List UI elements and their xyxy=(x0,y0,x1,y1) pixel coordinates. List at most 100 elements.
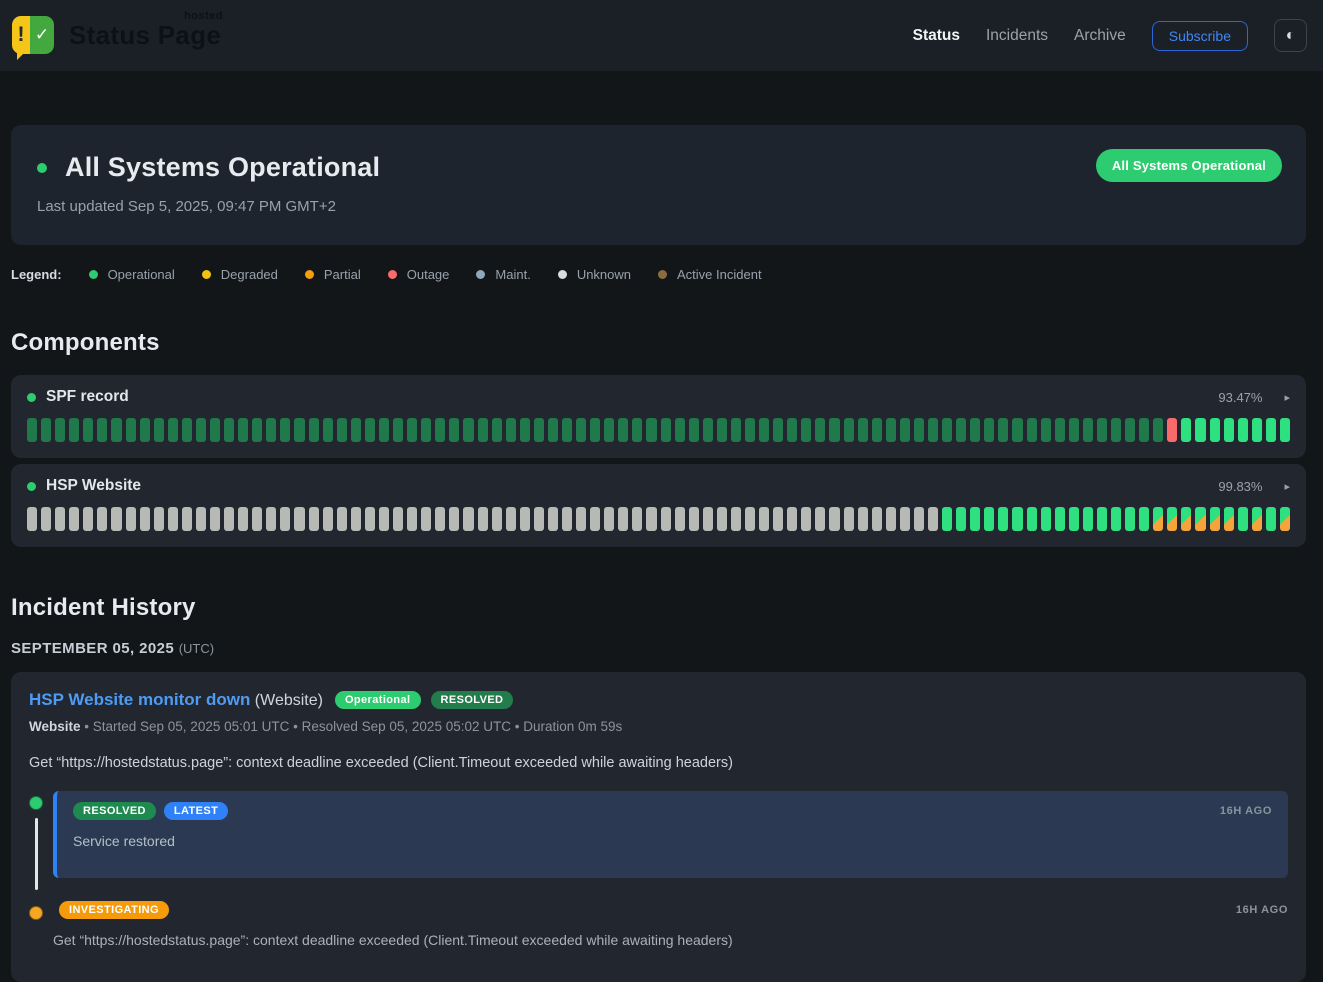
uptime-bar xyxy=(914,507,924,531)
component-header: HSP Website 99.83% ▸ xyxy=(27,477,1290,495)
legend-item-label: Unknown xyxy=(577,267,631,282)
legend-item: Outage xyxy=(388,267,450,282)
expand-arrow-icon[interactable]: ▸ xyxy=(1284,391,1290,404)
legend-item-label: Partial xyxy=(324,267,361,282)
uptime-bar xyxy=(1069,507,1079,531)
uptime-bar xyxy=(914,418,924,442)
component-uptime-percent: 99.83% xyxy=(1218,479,1262,494)
incident-description: Get “https://hostedstatus.page”: context… xyxy=(29,755,1288,771)
legend-dot xyxy=(202,270,211,279)
uptime-bar xyxy=(1069,418,1079,442)
uptime-bar xyxy=(294,507,304,531)
expand-arrow-icon[interactable]: ▸ xyxy=(1284,480,1290,493)
uptime-bar xyxy=(140,418,150,442)
uptime-bar xyxy=(942,507,952,531)
uptime-bar xyxy=(492,507,502,531)
legend-item-label: Operational xyxy=(108,267,175,282)
components-heading: Components xyxy=(11,329,1306,357)
incident-badge-operational: Operational xyxy=(335,691,421,709)
brand-logo[interactable]: ! ✓ Status Page hosted xyxy=(12,12,221,60)
update-status-pills: INVESTIGATING xyxy=(59,901,169,919)
uptime-bar xyxy=(210,418,220,442)
uptime-bar xyxy=(27,418,37,442)
legend-dot xyxy=(305,270,314,279)
uptime-bar xyxy=(238,418,248,442)
component-status-dot xyxy=(27,482,36,491)
uptime-bar xyxy=(280,507,290,531)
uptime-bar xyxy=(1055,418,1065,442)
uptime-bar xyxy=(1210,507,1220,531)
uptime-bar xyxy=(1125,418,1135,442)
uptime-bar xyxy=(351,418,361,442)
uptime-bar xyxy=(449,507,459,531)
uptime-bar xyxy=(717,418,727,442)
overall-status-dot xyxy=(37,163,47,173)
uptime-bar xyxy=(759,418,769,442)
uptime-bar xyxy=(1012,507,1022,531)
uptime-bar xyxy=(928,418,938,442)
uptime-bar xyxy=(506,507,516,531)
update-status-resolved: RESOLVED xyxy=(73,802,156,820)
nav-item-incidents[interactable]: Incidents xyxy=(986,27,1048,45)
uptime-bar xyxy=(407,507,417,531)
uptime-bar xyxy=(970,418,980,442)
uptime-bar xyxy=(1012,418,1022,442)
uptime-bar xyxy=(309,507,319,531)
contrast-icon: ◐ xyxy=(1286,28,1296,44)
uptime-bar xyxy=(1167,507,1177,531)
update-content: RESOLVEDLATEST 16H AGO Service restored xyxy=(53,791,1288,878)
nav-item-archive[interactable]: Archive xyxy=(1074,27,1126,45)
uptime-bar xyxy=(463,418,473,442)
uptime-bar xyxy=(534,418,544,442)
uptime-bar xyxy=(1153,507,1163,531)
page-content: All Systems Operational Last updated Sep… xyxy=(0,125,1323,982)
uptime-bar xyxy=(351,507,361,531)
uptime-bar xyxy=(956,418,966,442)
uptime-bar xyxy=(632,418,642,442)
uptime-bar xyxy=(168,418,178,442)
uptime-bar xyxy=(463,507,473,531)
nav-item-status[interactable]: Status xyxy=(913,27,960,45)
uptime-bar xyxy=(661,507,671,531)
incident-title-link[interactable]: HSP Website monitor down xyxy=(29,690,250,709)
uptime-bar xyxy=(731,418,741,442)
update-time-ago: 16H AGO xyxy=(1236,904,1288,916)
main-nav: Status Incidents Archive xyxy=(913,27,1126,45)
subscribe-button[interactable]: Subscribe xyxy=(1152,21,1248,51)
update-message: Get “https://hostedstatus.page”: context… xyxy=(53,932,1288,948)
legend-item-label: Degraded xyxy=(221,267,278,282)
uptime-bar xyxy=(407,418,417,442)
uptime-bar xyxy=(1041,418,1051,442)
uptime-bar xyxy=(379,507,389,531)
uptime-bar xyxy=(689,418,699,442)
uptime-bar xyxy=(844,507,854,531)
uptime-bar xyxy=(829,507,839,531)
component-name: HSP Website xyxy=(46,477,141,495)
uptime-bar xyxy=(69,418,79,442)
incident-date-timezone: (UTC) xyxy=(179,641,214,656)
status-legend: Legend: Operational Degraded Partial Out… xyxy=(11,267,1306,282)
uptime-bar xyxy=(773,418,783,442)
uptime-bar xyxy=(478,507,488,531)
uptime-bar xyxy=(1097,507,1107,531)
legend-item: Unknown xyxy=(558,267,631,282)
uptime-bar xyxy=(1238,418,1248,442)
uptime-bar xyxy=(252,507,262,531)
uptime-bar xyxy=(435,418,445,442)
header-actions: Status Incidents Archive Subscribe ◐ xyxy=(913,19,1307,52)
uptime-bar xyxy=(984,418,994,442)
uptime-bar xyxy=(858,418,868,442)
uptime-bar xyxy=(548,418,558,442)
component-card: SPF record 93.47% ▸ xyxy=(11,375,1306,458)
theme-toggle-button[interactable]: ◐ xyxy=(1274,19,1307,52)
uptime-bar xyxy=(393,507,403,531)
uptime-bar xyxy=(844,418,854,442)
uptime-bar xyxy=(182,507,192,531)
legend-dot xyxy=(476,270,485,279)
uptime-bar xyxy=(1181,418,1191,442)
update-status-pills: RESOLVEDLATEST xyxy=(73,802,228,820)
incident-date-heading: SEPTEMBER 05, 2025 (UTC) xyxy=(11,640,1306,657)
uptime-bar xyxy=(294,418,304,442)
uptime-bar xyxy=(1055,507,1065,531)
uptime-bar xyxy=(1181,507,1191,531)
